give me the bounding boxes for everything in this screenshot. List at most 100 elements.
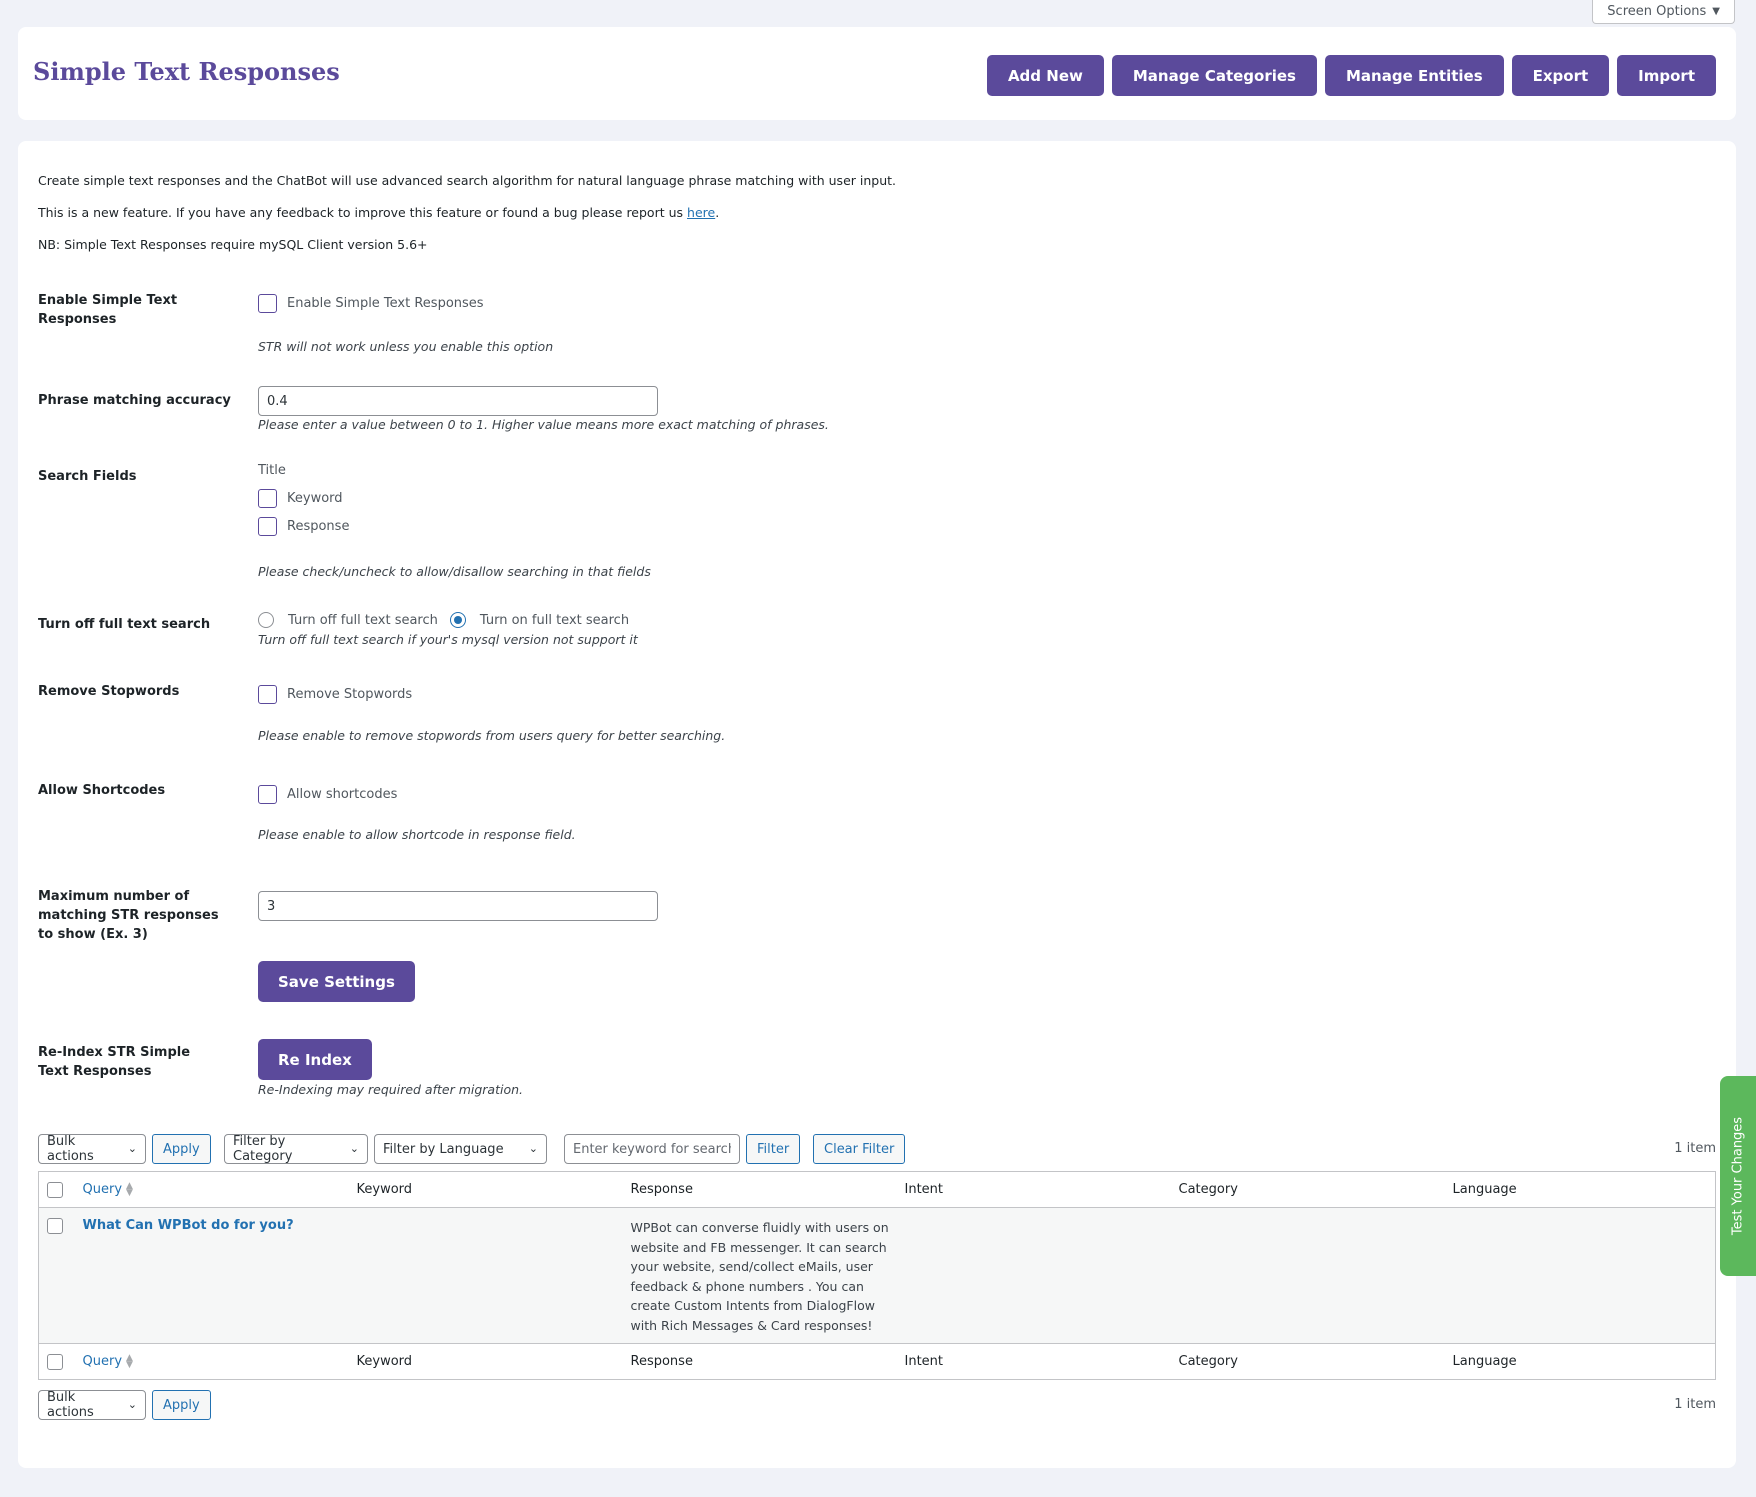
search-field-response-option[interactable]: Response <box>258 515 349 537</box>
bulk-actions-select-bottom[interactable]: Bulk actions ⌄ <box>38 1390 146 1420</box>
manage-entities-button[interactable]: Manage Entities <box>1324 55 1504 96</box>
shortcodes-option[interactable]: Allow shortcodes <box>258 783 397 805</box>
header-actions: Add New Manage Categories Manage Entitie… <box>986 55 1716 96</box>
clear-filter-button[interactable]: Clear Filter <box>813 1134 906 1164</box>
category-filter-select[interactable]: Filter by Category ⌄ <box>224 1134 368 1164</box>
keyword-search-input[interactable] <box>564 1134 740 1164</box>
intro-feedback: This is a new feature. If you have any f… <box>38 205 719 220</box>
intro-note: NB: Simple Text Responses require mySQL … <box>38 237 428 252</box>
search-field-title: Title <box>258 463 286 478</box>
footer-column-language: Language <box>1452 1354 1517 1369</box>
chevron-down-icon: ⌄ <box>127 1142 137 1155</box>
table-row: What Can WPBot do for you? WPBot can con… <box>38 1207 1716 1344</box>
enable-str-desc: STR will not work unless you enable this… <box>258 339 554 354</box>
footer-column-intent: Intent <box>904 1354 944 1369</box>
language-filter-value: Filter by Language <box>383 1141 504 1157</box>
full-text-off-label: Turn off full text search <box>288 612 438 628</box>
chevron-down-icon: ⌄ <box>349 1142 359 1155</box>
export-button[interactable]: Export <box>1511 55 1610 96</box>
full-text-on-label: Turn on full text search <box>479 612 630 628</box>
items-count: 1 item <box>1674 1141 1716 1156</box>
stopwords-field: Remove Stopwords <box>258 683 412 705</box>
settings-card: Create simple text responses and the Cha… <box>18 141 1736 1468</box>
column-intent: Intent <box>904 1182 944 1197</box>
select-all-checkbox-footer[interactable] <box>47 1353 63 1370</box>
stopwords-checkbox-label: Remove Stopwords <box>287 686 413 702</box>
responses-table: Query ▲ ▼ Keyword Response Intent Category… <box>38 1171 1716 1380</box>
page-title: Simple Text Responses <box>33 57 340 86</box>
row-language-cell <box>1445 1208 1716 1344</box>
chevron-down-icon: ⌄ <box>127 1398 137 1411</box>
items-count-bottom: 1 item <box>1674 1397 1716 1412</box>
row-category-cell <box>1171 1208 1445 1344</box>
keyword-checkbox-label: Keyword <box>287 490 343 506</box>
bulk-actions-value: Bulk actions <box>47 1134 94 1164</box>
footer-column-query[interactable]: Query ▲ ▼ <box>75 1344 349 1380</box>
shortcodes-label: Allow Shortcodes <box>38 783 166 798</box>
add-new-button[interactable]: Add New <box>986 55 1104 96</box>
apply-button[interactable]: Apply <box>152 1134 211 1164</box>
table-header: Query ▲ ▼ Keyword Response Intent Category… <box>38 1171 1716 1208</box>
row-response-cell: WPBot can converse fluidly with users on… <box>623 1208 897 1344</box>
column-language: Language <box>1452 1182 1517 1197</box>
page-header: Simple Text Responses Add New Manage Cat… <box>18 27 1736 120</box>
table-footer: Query ▲ ▼ Keyword Response Intent Category… <box>38 1343 1716 1380</box>
report-link[interactable]: here <box>687 205 715 220</box>
footer-select-cell <box>39 1344 75 1380</box>
search-fields-group: Title Keyword Response <box>258 463 349 537</box>
sort-icon: ▲ ▼ <box>126 1352 133 1370</box>
test-changes-tab[interactable]: Test Your Changes <box>1720 1076 1756 1276</box>
caret-down-icon: ▼ <box>1712 6 1720 17</box>
row-query-link[interactable]: What Can WPBot do for you? <box>83 1218 294 1233</box>
full-text-off-radio[interactable] <box>258 612 274 628</box>
screen-options-label: Screen Options <box>1607 4 1707 19</box>
language-filter-select[interactable]: Filter by Language ⌄ <box>374 1134 547 1164</box>
save-settings-button[interactable]: Save Settings <box>258 961 415 1002</box>
footer-column-query-label[interactable]: Query <box>83 1354 123 1369</box>
row-checkbox[interactable] <box>47 1218 63 1234</box>
select-all-checkbox[interactable] <box>47 1181 63 1198</box>
category-filter-value: Filter by Category <box>233 1134 293 1164</box>
column-keyword: Keyword <box>356 1182 413 1197</box>
apply-button-bottom[interactable]: Apply <box>152 1390 211 1420</box>
header-select-cell <box>39 1172 75 1208</box>
response-checkbox[interactable] <box>258 516 277 536</box>
shortcodes-checkbox-label: Allow shortcodes <box>287 786 398 802</box>
screen-options-toggle[interactable]: Screen Options ▼ <box>1592 0 1735 24</box>
enable-str-option[interactable]: Enable Simple Text Responses <box>258 292 484 314</box>
import-button[interactable]: Import <box>1617 55 1716 96</box>
save-field: Save Settings <box>258 961 415 1002</box>
accuracy-desc: Please enter a value between 0 to 1. Hig… <box>258 417 829 432</box>
test-changes-label: Test Your Changes <box>1730 1116 1746 1236</box>
reindex-button[interactable]: Re Index <box>258 1039 372 1080</box>
max-responses-field <box>258 891 658 921</box>
enable-str-checkbox-label: Enable Simple Text Responses <box>287 295 484 311</box>
bulk-actions-value-bottom: Bulk actions <box>47 1390 94 1420</box>
full-text-on-radio[interactable] <box>449 612 466 628</box>
accuracy-label: Phrase matching accuracy <box>38 393 231 408</box>
full-text-options: Turn off full text search Turn on full t… <box>258 610 629 630</box>
max-responses-input[interactable] <box>258 891 658 921</box>
reindex-desc: Re-Indexing may required after migration… <box>258 1082 523 1097</box>
response-checkbox-label: Response <box>287 518 350 534</box>
search-field-keyword-option[interactable]: Keyword <box>258 487 349 509</box>
enable-str-checkbox[interactable] <box>258 293 277 313</box>
stopwords-option[interactable]: Remove Stopwords <box>258 683 412 705</box>
column-query-label[interactable]: Query <box>83 1182 123 1197</box>
shortcodes-checkbox[interactable] <box>258 784 277 804</box>
shortcodes-desc: Please enable to allow shortcode in resp… <box>258 827 576 842</box>
footer-column-keyword: Keyword <box>356 1354 413 1369</box>
bulk-actions-select[interactable]: Bulk actions ⌄ <box>38 1134 146 1164</box>
chevron-down-icon: ⌄ <box>528 1142 538 1155</box>
intro-feedback-text: This is a new feature. If you have any f… <box>38 205 688 220</box>
keyword-checkbox[interactable] <box>258 488 277 508</box>
search-fields-label: Search Fields <box>38 469 137 484</box>
filter-button[interactable]: Filter <box>746 1134 801 1164</box>
manage-categories-button[interactable]: Manage Categories <box>1111 55 1317 96</box>
stopwords-checkbox[interactable] <box>258 684 277 704</box>
enable-str-label: Enable Simple Text Responses <box>38 293 178 327</box>
accuracy-input[interactable] <box>258 386 658 416</box>
accuracy-field <box>258 386 658 416</box>
column-query[interactable]: Query ▲ ▼ <box>75 1172 349 1208</box>
row-response-text: WPBot can converse fluidly with users on… <box>630 1220 889 1333</box>
